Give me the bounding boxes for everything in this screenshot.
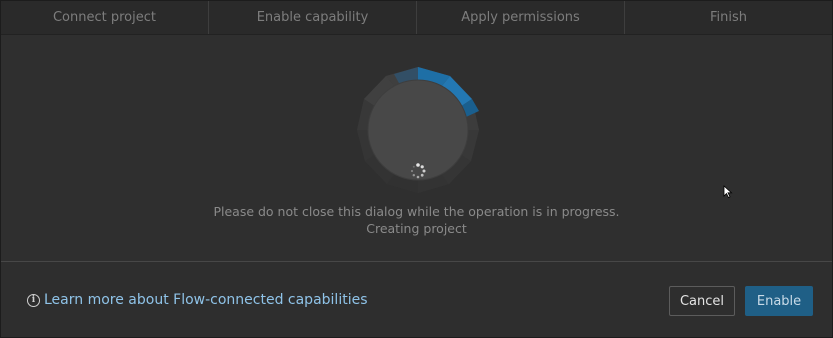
info-icon: i [27,293,40,307]
step-finish: Finish [709,10,747,25]
dialog-footer: i Learn more about Flow-connected capabi… [1,262,832,337]
step-apply-permissions: Apply permissions [417,1,625,34]
progress-area: Please do not close this dialog while th… [1,35,832,261]
learn-more-label: Learn more about Flow-connected capabili… [44,292,368,308]
progress-message: Please do not close this dialog while th… [213,204,620,219]
progress-status: Creating project [366,221,467,236]
step-enable-capability: Enable capability [209,1,417,34]
progress-ring [354,65,482,195]
learn-more-link[interactable]: i Learn more about Flow-connected capabi… [27,292,368,308]
enable-capability-dialog: Connect project Enable capability Apply … [0,0,833,338]
mouse-cursor-icon [723,185,733,199]
step-connect-project: Connect project [1,1,209,34]
enable-button[interactable]: Enable [745,286,813,316]
cancel-button[interactable]: Cancel [669,286,735,316]
wizard-steps: Connect project Enable capability Apply … [1,1,832,35]
loading-spinner-icon [410,163,426,179]
